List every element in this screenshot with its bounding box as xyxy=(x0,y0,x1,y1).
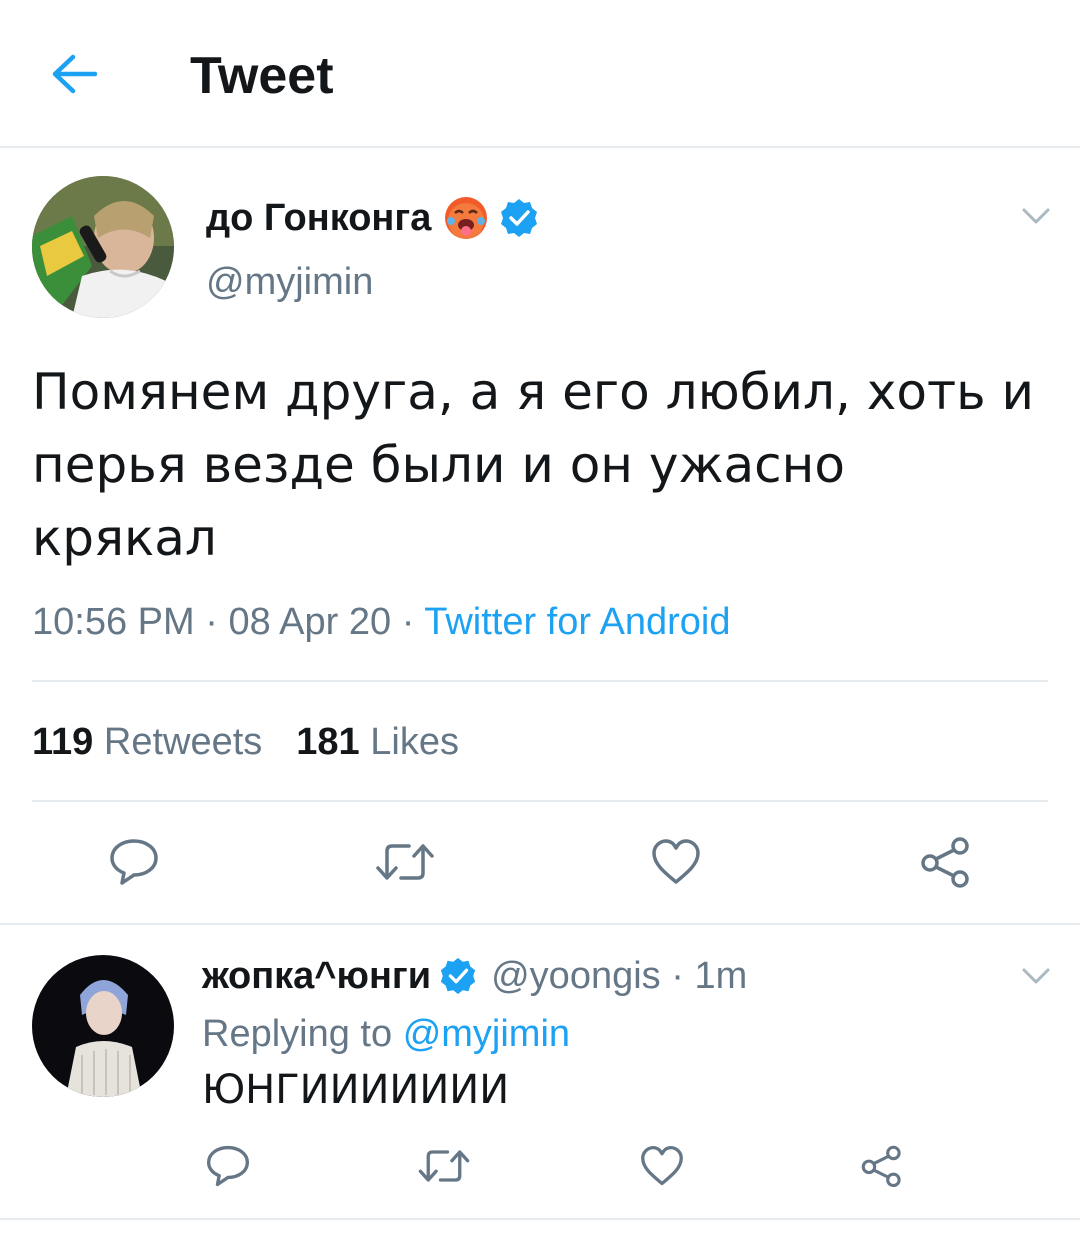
tweet-stats: 119 Retweets 181 Likes xyxy=(32,718,459,766)
retweets-count: 119 xyxy=(32,721,94,763)
arrow-left-icon xyxy=(52,54,97,94)
meta-separator: · xyxy=(401,601,425,643)
author-display-name[interactable]: до Гонконга xyxy=(206,190,431,246)
reply-button[interactable] xyxy=(102,832,166,892)
author-name-row[interactable]: до Гонконга xyxy=(206,190,539,246)
reply-text: ЮНГИИИИИИИ xyxy=(202,1067,510,1113)
tweet-source-link[interactable]: Twitter for Android xyxy=(424,601,730,643)
divider xyxy=(32,800,1048,802)
chevron-down-icon[interactable] xyxy=(1016,956,1056,996)
verified-badge-icon xyxy=(441,957,476,995)
avatar[interactable] xyxy=(32,176,174,318)
likes-stat[interactable]: 181 Likes xyxy=(296,721,459,763)
reply-like-button[interactable] xyxy=(636,1140,688,1192)
reply-icon xyxy=(206,1145,250,1187)
reply-display-name[interactable]: жопка^юнги xyxy=(202,955,431,998)
reply-share-button[interactable] xyxy=(856,1140,908,1192)
divider xyxy=(0,923,1080,925)
page-title: Tweet xyxy=(190,47,334,105)
likes-count: 181 xyxy=(296,721,360,763)
replying-to-mention[interactable]: @myjimin xyxy=(403,1013,570,1055)
heart-icon xyxy=(652,839,700,884)
reply-icon xyxy=(110,839,158,885)
reply-handle-text: @yoongis xyxy=(491,954,661,997)
top-app-bar: Tweet xyxy=(0,0,1080,148)
tweet-date: 08 Apr 20 xyxy=(228,601,392,643)
retweet-button[interactable] xyxy=(370,832,440,892)
retweet-icon xyxy=(418,1150,470,1182)
reply-handle[interactable]: @yoongis · 1m xyxy=(491,955,747,998)
divider xyxy=(0,1218,1080,1220)
back-button[interactable] xyxy=(44,44,104,104)
retweet-icon xyxy=(376,844,434,880)
reply-avatar[interactable] xyxy=(32,955,174,1097)
reply-author-row[interactable]: жопка^юнги @yoongis · 1m xyxy=(202,950,747,1002)
reply-retweet-button[interactable] xyxy=(414,1140,474,1192)
tweet-meta: 10:56 PM · 08 Apr 20 · Twitter for Andro… xyxy=(32,598,730,646)
heart-icon xyxy=(641,1145,683,1186)
like-button[interactable] xyxy=(644,832,708,892)
share-icon xyxy=(921,837,969,888)
share-button[interactable] xyxy=(914,832,978,892)
tweet-time: 10:56 PM xyxy=(32,601,195,643)
chevron-down-icon[interactable] xyxy=(1016,196,1056,236)
retweets-stat[interactable]: 119 Retweets xyxy=(32,721,262,763)
reply-age: 1m xyxy=(694,954,748,997)
replying-to: Replying to @myjimin xyxy=(202,1010,570,1058)
share-icon xyxy=(861,1145,901,1188)
hot-face-emoji-icon xyxy=(445,197,488,239)
tweet-text: Помянем друга, а я его любил, хоть и пер… xyxy=(32,363,1034,567)
retweets-label: Retweets xyxy=(103,721,263,763)
meta-separator: · xyxy=(205,601,229,643)
divider xyxy=(32,680,1048,682)
replying-to-label: Replying to xyxy=(202,1013,393,1055)
author-handle[interactable]: @myjimin xyxy=(206,258,373,306)
reply-reply-button[interactable] xyxy=(202,1140,254,1192)
verified-badge-icon xyxy=(501,199,538,237)
likes-label: Likes xyxy=(370,721,459,763)
